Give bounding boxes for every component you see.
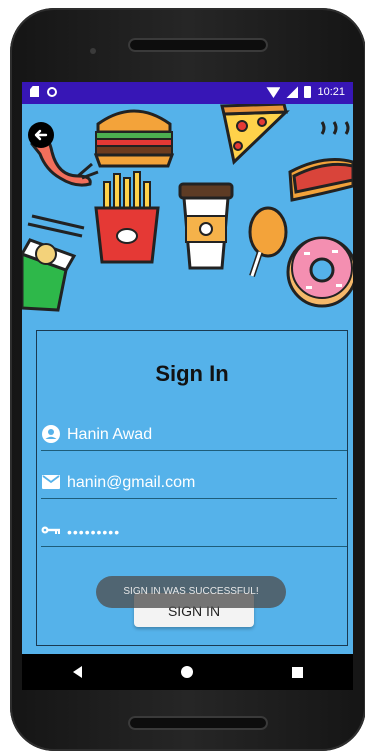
sync-circle-icon: [47, 86, 57, 97]
name-value: Hanin Awad: [67, 426, 153, 443]
email-field[interactable]: hanin@gmail.com: [41, 459, 337, 499]
app-screen: 10:21 Sign In Hanin Awad hanin@gmail.com…: [22, 82, 353, 690]
back-triangle-icon: [72, 666, 82, 678]
signal-icon: [286, 86, 299, 98]
phone-frame: 10:21 Sign In Hanin Awad hanin@gmail.com…: [10, 8, 365, 751]
status-left-icons: [30, 86, 57, 97]
earpiece-speaker: [128, 38, 268, 52]
email-icon: [41, 472, 61, 492]
burger-icon: [93, 109, 175, 168]
nav-back-button[interactable]: [57, 654, 97, 690]
coffee-cup-icon: [178, 182, 234, 270]
name-field[interactable]: Hanin Awad: [41, 411, 347, 451]
chicken-drumstick-icon: [248, 206, 288, 277]
status-right-icons: 10:21: [266, 86, 345, 98]
recents-square-icon: [292, 666, 304, 678]
bottom-speaker: [128, 716, 268, 730]
sd-card-icon: [30, 86, 39, 97]
password-value: •••••••••: [67, 524, 121, 540]
status-bar: 10:21: [22, 82, 353, 104]
front-camera: [90, 48, 96, 54]
navigation-bar: [22, 654, 353, 690]
back-button[interactable]: [28, 122, 54, 148]
nav-recents-button[interactable]: [278, 654, 318, 690]
battery-icon: [304, 86, 312, 98]
food-illustration: [22, 104, 353, 312]
pizza-slice-icon: [220, 104, 290, 165]
nav-home-button[interactable]: [167, 654, 207, 690]
status-time: 10:21: [317, 86, 345, 98]
account-circle-icon: [41, 424, 61, 444]
email-value: hanin@gmail.com: [67, 474, 196, 491]
donut-icon: [286, 236, 353, 308]
hot-dog-icon: [288, 121, 353, 202]
french-fries-icon: [94, 171, 160, 264]
arrow-left-icon: [34, 129, 48, 141]
home-circle-icon: [181, 666, 194, 678]
wifi-icon: [266, 87, 281, 98]
success-toast: SIGN IN WAS SUCCESSFUL!: [96, 576, 286, 608]
key-icon: [41, 520, 61, 540]
page-title: Sign In: [155, 361, 229, 386]
noodle-box-icon: [22, 214, 85, 312]
password-field[interactable]: •••••••••: [41, 507, 347, 547]
